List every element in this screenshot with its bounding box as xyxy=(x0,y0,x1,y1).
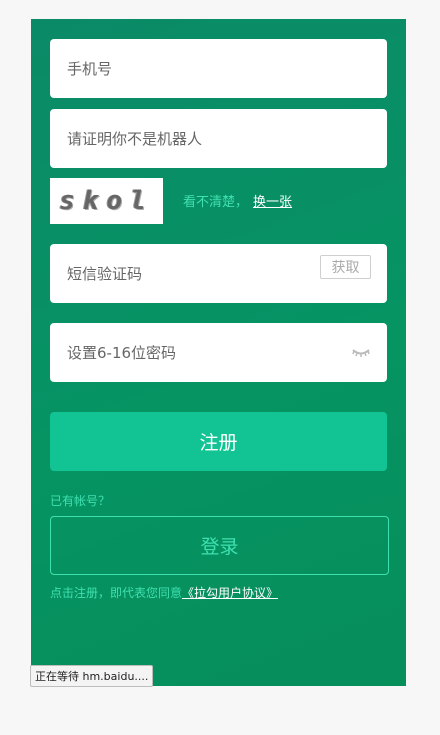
captcha-hint: 看不清楚， xyxy=(183,195,249,210)
password-field[interactable] xyxy=(50,323,387,382)
sms-code-field[interactable]: 获取 xyxy=(50,244,387,303)
browser-status-bar: 正在等待 hm.baidu.... xyxy=(30,665,154,687)
captcha-input[interactable] xyxy=(50,109,387,168)
register-panel: skol 看不清楚， 换一张 获取 注册 已有帐号？ 登录 点击注册，即代表您同… xyxy=(31,19,406,686)
agreement-prefix: 点击注册，即代表您同意 xyxy=(50,586,183,600)
agreement-text: 点击注册，即代表您同意《拉勾用户协议》 xyxy=(50,584,278,601)
phone-input[interactable] xyxy=(50,39,387,98)
eye-closed-icon[interactable] xyxy=(352,345,370,359)
register-button[interactable]: 注册 xyxy=(50,412,387,471)
get-code-button[interactable]: 获取 xyxy=(320,255,371,279)
captcha-image-text: skol xyxy=(59,186,154,216)
status-text: 正在等待 hm.baidu.... xyxy=(35,670,149,683)
phone-field[interactable] xyxy=(50,39,387,98)
captcha-field[interactable] xyxy=(50,109,387,168)
captcha-image[interactable]: skol xyxy=(50,178,163,224)
have-account-label: 已有帐号？ xyxy=(50,494,111,508)
captcha-refresh-link[interactable]: 换一张 xyxy=(253,191,292,210)
user-agreement-link[interactable]: 《拉勾用户协议》 xyxy=(182,586,278,600)
password-input[interactable] xyxy=(50,323,387,382)
login-button[interactable]: 登录 xyxy=(50,516,389,575)
